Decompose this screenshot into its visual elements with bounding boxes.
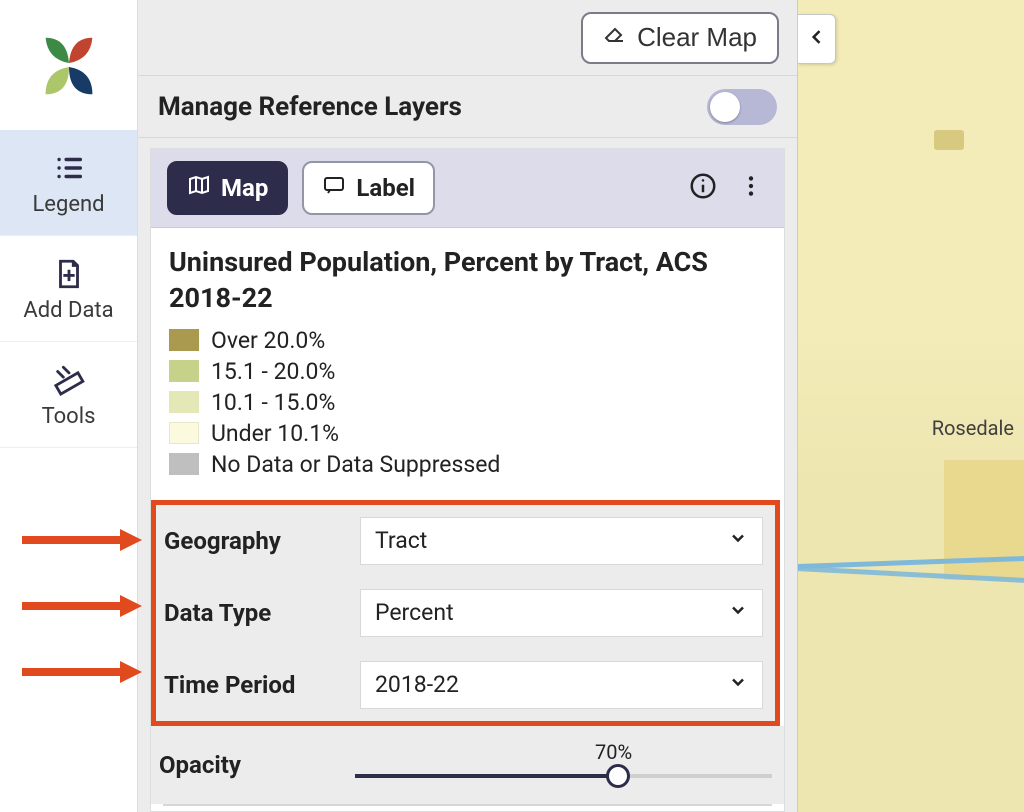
view-tab-label[interactable]: Label: [302, 161, 435, 215]
geography-value: Tract: [375, 527, 427, 554]
nav-item-label: Legend: [32, 192, 104, 217]
legend-entry: Under 10.1%: [169, 420, 766, 447]
view-tab-map[interactable]: Map: [167, 161, 288, 215]
layer-controls: Geography Tract Data Type Percent: [151, 492, 784, 806]
map-icon: [187, 173, 211, 203]
layer-body: Uninsured Population, Percent by Tract, …: [151, 228, 784, 492]
left-nav: Legend Add Data Tools: [0, 0, 138, 812]
view-tab-label-label: Label: [356, 174, 415, 202]
view-tab-map-label: Map: [221, 174, 268, 202]
nav-item-label: Tools: [42, 404, 96, 429]
time-period-value: 2018-22: [375, 671, 459, 698]
legend-entry: No Data or Data Suppressed: [169, 451, 766, 478]
data-type-select[interactable]: Percent: [360, 589, 763, 637]
legend-swatch: [169, 391, 199, 413]
legend-swatch: [169, 422, 199, 444]
time-period-label: Time Period: [164, 671, 346, 699]
layer-card-header: Map Label: [151, 149, 784, 228]
legend-panel: Clear Map Manage Reference Layers Map: [138, 0, 798, 812]
divider: [163, 804, 772, 806]
legend-swatch: [169, 453, 199, 475]
data-type-value: Percent: [375, 599, 454, 626]
more-menu-button[interactable]: [734, 171, 768, 205]
geography-select[interactable]: Tract: [360, 517, 763, 565]
app-logo: [0, 0, 137, 130]
data-type-label: Data Type: [164, 599, 346, 627]
control-row-opacity: Opacity 70%: [151, 726, 784, 804]
legend-label: No Data or Data Suppressed: [211, 451, 500, 478]
panel-toolbar: Clear Map: [138, 0, 797, 76]
reference-layers-toggle[interactable]: [707, 89, 777, 125]
clear-map-label: Clear Map: [637, 22, 757, 53]
layer-card: Map Label: [150, 148, 785, 812]
ruler-icon: [51, 362, 87, 398]
leaf-logo-icon: [30, 26, 108, 104]
label-icon: [322, 173, 346, 203]
opacity-value-label: 70%: [595, 740, 632, 764]
eraser-icon: [603, 22, 627, 53]
geography-label: Geography: [164, 527, 346, 555]
opacity-slider[interactable]: [355, 766, 772, 786]
legend-entry: Over 20.0%: [169, 327, 766, 354]
reference-layers-title: Manage Reference Layers: [158, 92, 462, 122]
opacity-slider-wrap: 70%: [355, 744, 772, 786]
clear-map-button[interactable]: Clear Map: [581, 12, 779, 64]
legend-swatch: [169, 360, 199, 382]
slider-thumb[interactable]: [606, 764, 630, 788]
chevron-down-icon: [728, 599, 748, 626]
control-row-geography: Geography Tract: [156, 505, 775, 577]
info-button[interactable]: [686, 171, 720, 205]
callout-box: Geography Tract Data Type Percent: [151, 500, 780, 726]
kebab-icon: [738, 173, 764, 203]
list-icon: [51, 150, 87, 186]
plus-file-icon: [51, 256, 87, 292]
nav-item-label: Add Data: [23, 298, 113, 323]
legend-swatch: [169, 329, 199, 351]
chevron-left-icon: [807, 27, 827, 51]
legend-entry: 10.1 - 15.0%: [169, 389, 766, 416]
legend-list: Over 20.0% 15.1 - 20.0% 10.1 - 15.0% Und…: [169, 327, 766, 478]
legend-label: 10.1 - 15.0%: [211, 389, 335, 416]
map-tint: [798, 0, 1024, 812]
control-row-data-type: Data Type Percent: [156, 577, 775, 649]
nav-legend[interactable]: Legend: [0, 130, 137, 236]
nav-add-data[interactable]: Add Data: [0, 236, 137, 342]
collapse-panel-button[interactable]: [798, 14, 836, 64]
chevron-down-icon: [728, 671, 748, 698]
reference-layers-row: Manage Reference Layers: [138, 76, 797, 138]
legend-entry: 15.1 - 20.0%: [169, 358, 766, 385]
map-block: [934, 130, 964, 150]
map-canvas[interactable]: Rosedale: [798, 0, 1024, 812]
slider-track-fill: [355, 774, 618, 778]
legend-label: Under 10.1%: [211, 420, 339, 447]
nav-tools[interactable]: Tools: [0, 342, 137, 448]
legend-label: 15.1 - 20.0%: [211, 358, 335, 385]
info-icon: [688, 171, 718, 205]
control-row-time-period: Time Period 2018-22: [156, 649, 775, 721]
legend-label: Over 20.0%: [211, 327, 325, 354]
map-place-label: Rosedale: [932, 416, 1014, 440]
time-period-select[interactable]: 2018-22: [360, 661, 763, 709]
layer-title: Uninsured Population, Percent by Tract, …: [169, 244, 766, 317]
chevron-down-icon: [728, 527, 748, 554]
opacity-label: Opacity: [159, 751, 341, 779]
